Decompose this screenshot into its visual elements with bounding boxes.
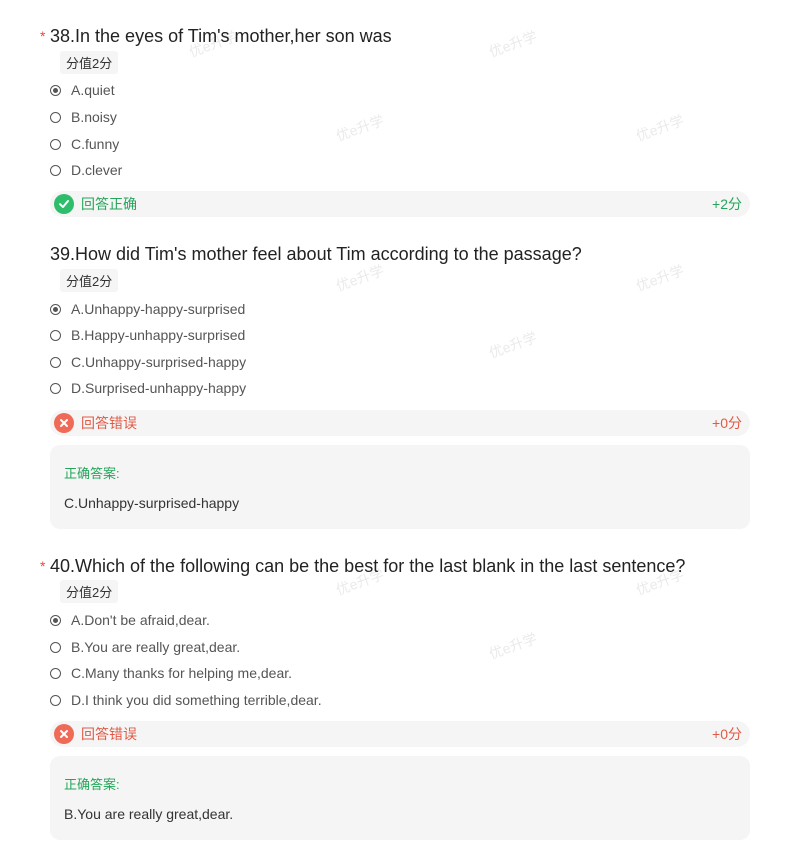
option-c[interactable]: C.Unhappy-surprised-happy <box>50 351 246 373</box>
option-label: C.Many thanks for helping me,dear. <box>71 665 293 681</box>
option-label: A.Don't be afraid,dear. <box>71 612 210 628</box>
watermark-text: 优e升学 <box>633 111 687 145</box>
watermark-text: 优e升学 <box>333 261 387 295</box>
option-label: D.Surprised-unhappy-happy <box>71 380 247 396</box>
radio-icon[interactable] <box>50 694 61 706</box>
correct-answer-title: 正确答案: <box>64 466 120 481</box>
option-label: A.Unhappy-happy-surprised <box>71 301 246 317</box>
option-label: D.I think you did something terrible,dea… <box>71 692 322 708</box>
correct-answer-box: 正确答案: B.You are really great,dear. <box>50 756 750 840</box>
score-tag: 分值2分 <box>60 51 119 74</box>
score-tag: 分值2分 <box>60 580 119 603</box>
correct-answer-box: 正确答案: C.Unhappy-surprised-happy <box>50 445 750 529</box>
option-a[interactable]: A.Unhappy-happy-surprised <box>50 298 245 320</box>
required-mark: * <box>40 558 46 574</box>
radio-icon[interactable] <box>50 356 61 368</box>
radio-icon[interactable] <box>50 138 61 150</box>
correct-answer-text: C.Unhappy-surprised-happy <box>64 495 240 511</box>
result-label: 回答正确 <box>81 196 137 212</box>
option-c[interactable]: C.funny <box>50 133 119 155</box>
watermark-text: 优e升学 <box>486 328 540 362</box>
option-a[interactable]: A.Don't be afraid,dear. <box>50 609 210 631</box>
radio-icon[interactable] <box>50 641 61 653</box>
option-d[interactable]: D.I think you did something terrible,dea… <box>50 689 322 711</box>
result-bar: 回答错误 +0分 <box>50 721 750 747</box>
x-circle-icon <box>54 724 74 744</box>
question-title: 39.How did Tim's mother feel about Tim a… <box>50 244 582 264</box>
question-title: 40.Which of the following can be the bes… <box>50 556 686 576</box>
watermark-text: 优e升学 <box>333 111 387 145</box>
radio-icon[interactable] <box>50 164 61 176</box>
option-a[interactable]: A.quiet <box>50 79 115 101</box>
result-bar: 回答正确 +2分 <box>50 191 750 217</box>
x-circle-icon <box>54 413 74 433</box>
radio-icon[interactable] <box>50 667 61 679</box>
watermark-text: 优e升学 <box>633 261 687 295</box>
option-c[interactable]: C.Many thanks for helping me,dear. <box>50 662 292 684</box>
correct-answer-title: 正确答案: <box>64 777 120 792</box>
watermark-text: 优e升学 <box>486 27 540 61</box>
watermark-text: 优e升学 <box>486 629 540 663</box>
option-label: A.quiet <box>71 82 115 98</box>
option-d[interactable]: D.Surprised-unhappy-happy <box>50 377 246 399</box>
option-label: C.Unhappy-surprised-happy <box>71 354 247 370</box>
result-label: 回答错误 <box>81 726 137 742</box>
radio-icon[interactable] <box>50 329 61 341</box>
check-circle-icon <box>54 194 74 214</box>
required-mark: * <box>40 28 46 44</box>
correct-answer-text: B.You are really great,dear. <box>64 806 234 822</box>
radio-selected-icon[interactable] <box>50 303 61 315</box>
option-b[interactable]: B.You are really great,dear. <box>50 636 240 658</box>
result-label: 回答错误 <box>81 415 137 431</box>
option-label: B.Happy-unhappy-surprised <box>71 327 246 343</box>
result-points: +2分 <box>712 196 742 212</box>
option-d[interactable]: D.clever <box>50 159 122 181</box>
result-points: +0分 <box>712 726 742 742</box>
radio-selected-icon[interactable] <box>50 614 61 626</box>
radio-selected-icon[interactable] <box>50 84 61 96</box>
option-b[interactable]: B.noisy <box>50 106 117 128</box>
radio-icon[interactable] <box>50 111 61 123</box>
option-label: B.You are really great,dear. <box>71 639 241 655</box>
result-points: +0分 <box>712 415 742 431</box>
score-tag: 分值2分 <box>60 269 119 292</box>
option-b[interactable]: B.Happy-unhappy-surprised <box>50 324 245 346</box>
option-label: C.funny <box>71 136 120 152</box>
option-label: D.clever <box>71 162 123 178</box>
radio-icon[interactable] <box>50 382 61 394</box>
result-bar: 回答错误 +0分 <box>50 410 750 436</box>
question-title: 38.In the eyes of Tim's mother,her son w… <box>50 26 392 46</box>
option-label: B.noisy <box>71 109 117 125</box>
